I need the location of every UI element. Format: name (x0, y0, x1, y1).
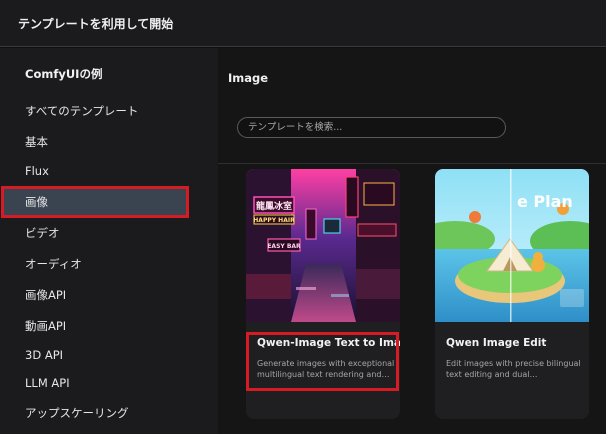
neon-sign-text: 龍鳳冰室 (256, 200, 292, 212)
sidebar-item-video[interactable]: ビデオ (0, 219, 218, 247)
sidebar-item-basics[interactable]: 基本 (0, 128, 218, 156)
sidebar-item-image-api[interactable]: 画像API (0, 281, 218, 309)
neon-sign-text: EASY BAR (267, 243, 301, 250)
template-card-qwen-image-edit[interactable]: e Plan Qwen Image Edit Edit images with … (435, 169, 589, 419)
sidebar-item-image[interactable]: 画像 (1, 186, 189, 218)
template-thumbnail-neon-street: 龍鳳冰室 HAPPY HAIR EASY BAR (246, 169, 400, 322)
highlight-box (246, 332, 399, 391)
template-thumbnail-island-camp: e Plan (435, 169, 589, 322)
poster-title-text: e Plan (517, 192, 573, 211)
category-heading: Image (228, 71, 269, 85)
sidebar-item-upscaling[interactable]: アップスケーリング (0, 399, 218, 427)
window-title: テンプレートを利用して開始 (18, 16, 174, 31)
main-content: Image テンプレートを検索... 龍鳳冰室 HAPPY HAIR EASY … (218, 48, 606, 434)
template-search-input[interactable] (237, 117, 506, 138)
title-bar: テンプレートを利用して開始 (0, 0, 606, 47)
neon-sign-text: HAPPY HAIR (253, 217, 295, 224)
template-card-qwen-image-text-to-image[interactable]: 龍鳳冰室 HAPPY HAIR EASY BAR Qwen-Image Text… (246, 169, 400, 419)
sidebar-item-all-templates[interactable]: すべてのテンプレート (0, 97, 218, 125)
divider (218, 163, 606, 164)
template-description: Edit images with precise bilingual text … (446, 359, 581, 379)
sidebar-section-title: ComfyUIの例 (25, 67, 103, 81)
sidebar: ComfyUIの例 すべてのテンプレート 基本 Flux 画像 ビデオ オーディ… (0, 48, 218, 434)
template-title: Qwen Image Edit (446, 337, 547, 349)
sidebar-item-video-api[interactable]: 動画API (0, 312, 218, 340)
sidebar-item-3d-api[interactable]: 3D API (0, 341, 218, 369)
sidebar-item-llm-api[interactable]: LLM API (0, 369, 218, 397)
sidebar-item-audio[interactable]: オーディオ (0, 250, 218, 278)
sidebar-item-flux[interactable]: Flux (0, 157, 218, 185)
